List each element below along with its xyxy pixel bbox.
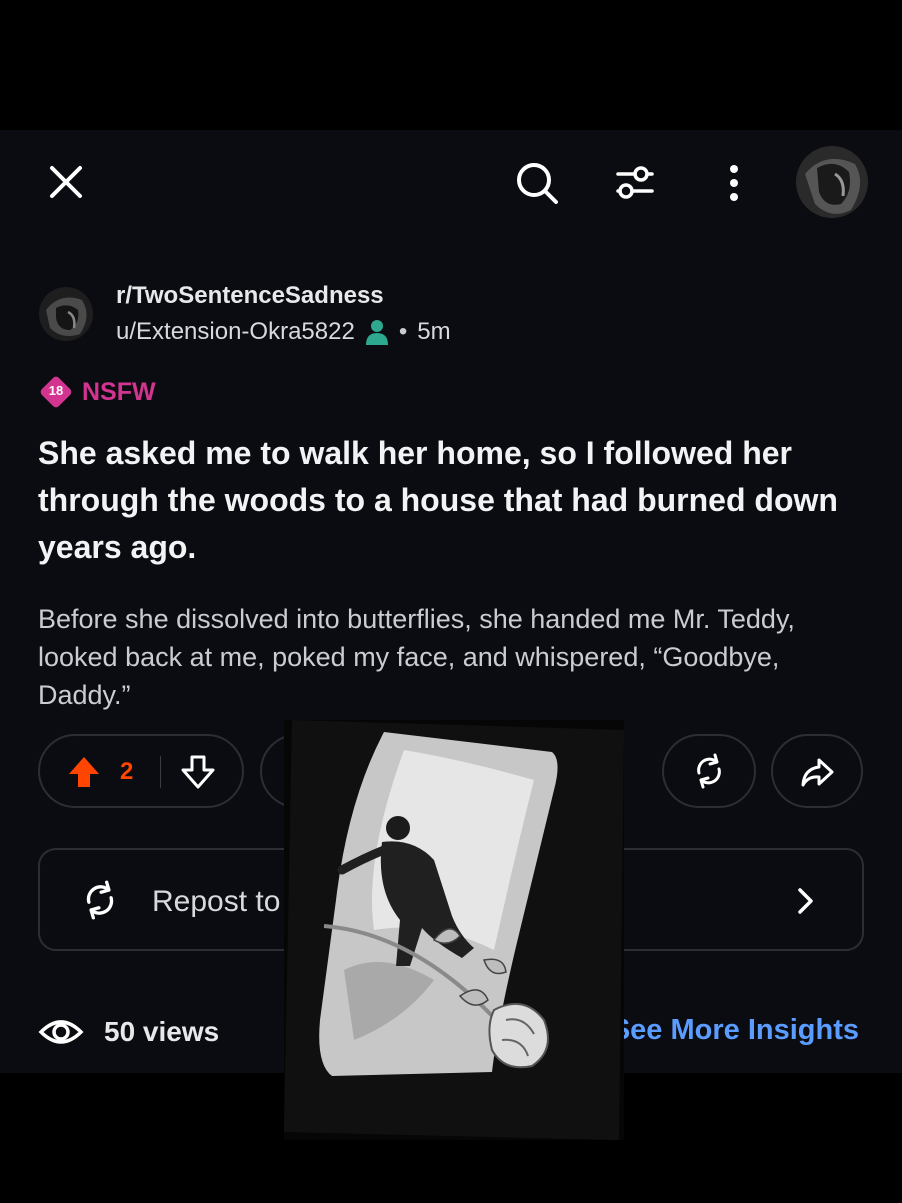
crosspost-icon — [691, 753, 727, 789]
vote-bar: 2 — [38, 734, 244, 808]
sliders-icon[interactable] — [612, 160, 658, 206]
post-body: Before she dissolved into butterflies, s… — [38, 604, 795, 710]
share-button[interactable] — [771, 734, 863, 808]
user-avatar[interactable] — [795, 144, 869, 220]
post-time: 5m — [417, 318, 451, 345]
insights-link[interactable]: See More Insights — [609, 1014, 859, 1047]
share-icon — [799, 754, 835, 790]
close-icon[interactable] — [44, 160, 88, 204]
nsfw-badge-number: 18 — [48, 383, 64, 398]
nsfw-tag: 18 NSFW — [38, 374, 156, 410]
author-name[interactable]: u/Extension-Okra5822 — [116, 318, 355, 346]
chevron-right-icon — [790, 884, 820, 918]
views-row: 50 views — [38, 1012, 219, 1052]
upvote-count: 2 — [120, 758, 134, 785]
vote-divider — [160, 756, 161, 788]
subreddit-avatar[interactable] — [38, 286, 94, 342]
downvote-icon[interactable] — [180, 754, 216, 790]
overlay-painting-image — [284, 720, 624, 1140]
nsfw-badge-icon: 18 — [38, 374, 74, 410]
subreddit-name[interactable]: r/TwoSentenceSadness — [116, 282, 384, 310]
repost-label: Repost to — [152, 885, 281, 918]
more-vertical-icon[interactable] — [722, 160, 746, 206]
eye-icon — [38, 1012, 84, 1052]
author-line: u/Extension-Okra5822 • 5m — [116, 318, 451, 346]
post-title[interactable]: She asked me to walk her home, so I foll… — [38, 430, 874, 571]
upvote-icon[interactable] — [66, 754, 102, 790]
repost-icon — [80, 880, 120, 920]
views-count: 50 views — [104, 1016, 220, 1047]
user-flair-icon — [365, 319, 389, 345]
separator-dot: • — [398, 318, 408, 345]
search-icon[interactable] — [512, 158, 562, 208]
crosspost-button[interactable] — [662, 734, 756, 808]
nsfw-label: NSFW — [82, 377, 156, 406]
